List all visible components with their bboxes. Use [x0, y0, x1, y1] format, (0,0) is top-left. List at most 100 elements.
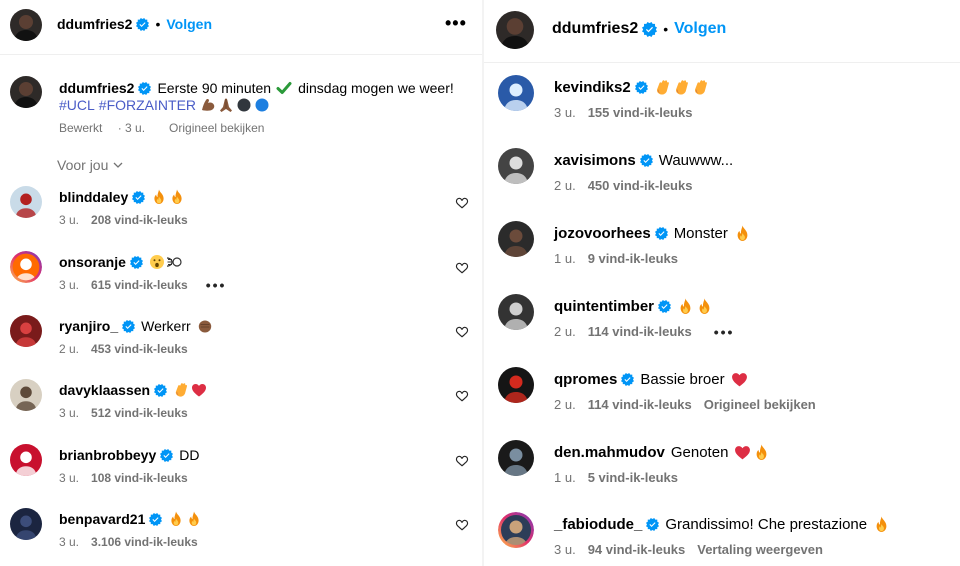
caption-username[interactable]: ddumfries2 [59, 80, 134, 96]
comment-text: Wauwww... [658, 152, 734, 169]
view-original-link[interactable]: Origineel bekijken [704, 397, 816, 412]
commenter-username[interactable]: onsoranje [59, 254, 126, 270]
commenter-avatar[interactable] [498, 148, 534, 184]
comment-time: 2 u. [554, 324, 576, 339]
commenter-username[interactable]: _fabiodude_ [554, 516, 642, 533]
commenter-avatar[interactable] [10, 186, 42, 218]
comment-meta: 3 u. 108 vind-ik-leuks [59, 471, 200, 485]
verified-badge-icon [132, 191, 145, 204]
comment-time: 3 u. [554, 542, 576, 557]
comment-likes[interactable]: 114 vind-ik-leuks [588, 397, 692, 412]
commenter-username[interactable]: jozovoorhees [554, 225, 651, 242]
fire-emoji [151, 189, 167, 205]
hashtag-ucl[interactable]: #UCL [59, 97, 95, 113]
comment-likes[interactable]: 3.106 vind-ik-leuks [91, 535, 198, 549]
comment-text: DD [179, 447, 200, 463]
follow-button[interactable]: Volgen [674, 20, 726, 38]
heart-icon[interactable] [455, 261, 469, 275]
comment-likes[interactable]: 108 vind-ik-leuks [91, 471, 188, 485]
comment-text: Genoten [670, 444, 729, 461]
comment-time: 3 u. [59, 278, 80, 292]
comment-meta: 2 u. 450 vind-ik-leuks [554, 178, 704, 193]
header-username[interactable]: ddumfries2 [57, 16, 132, 32]
comment-line: xavisimons Wauwww... [554, 152, 737, 169]
caption-text-after: dinsdag mogen we weer! [298, 80, 454, 96]
commenter-avatar[interactable] [498, 512, 534, 548]
commenter-username[interactable]: xavisimons [554, 152, 636, 169]
verified-badge-icon [621, 373, 634, 386]
heart-icon[interactable] [455, 389, 469, 403]
comment-meta: 3 u. 615 vind-ik-leuks ••• [59, 278, 238, 292]
comment-line: quintentimber [554, 298, 713, 315]
verified-badge-icon [149, 513, 162, 526]
comment-likes[interactable]: 615 vind-ik-leuks [91, 278, 188, 292]
commenter-username[interactable]: quintentimber [554, 298, 654, 315]
comment-meta: 3 u. 512 vind-ik-leuks [59, 406, 200, 420]
for-you-filter[interactable]: Voor jou [57, 157, 124, 173]
header-username[interactable]: ddumfries2 [552, 20, 638, 38]
commenter-avatar[interactable] [498, 440, 534, 476]
fire-emoji [753, 444, 770, 461]
black-circle-emoji [237, 98, 251, 112]
verified-badge-icon [642, 22, 657, 37]
caption-meta: Bewerkt · 3 u. Origineel bekijken [59, 121, 276, 135]
clap-emoji [173, 382, 189, 398]
heart-icon[interactable] [455, 196, 469, 210]
comment-likes[interactable]: 114 vind-ik-leuks [588, 324, 692, 339]
comment-time: 3 u. [59, 213, 80, 227]
verified-badge-icon [130, 256, 143, 269]
comment-line: blinddaley [59, 189, 185, 205]
commenter-username[interactable]: blinddaley [59, 189, 128, 205]
comment-time: 3 u. [59, 406, 80, 420]
show-translation-link[interactable]: Vertaling weergeven [697, 542, 823, 557]
comment-likes[interactable]: 155 vind-ik-leuks [588, 105, 693, 120]
comment-line: den.mahmudov Genoten [554, 444, 770, 461]
comment-line: brianbrobbeyy DD [59, 447, 203, 463]
commenter-username[interactable]: den.mahmudov [554, 444, 665, 461]
comment-likes[interactable]: 5 vind-ik-leuks [588, 470, 678, 485]
header-avatar[interactable] [496, 11, 534, 49]
commenter-avatar[interactable] [498, 221, 534, 257]
comment-likes[interactable]: 512 vind-ik-leuks [91, 406, 188, 420]
more-options-icon[interactable]: ••• [206, 278, 227, 292]
follow-button[interactable]: Volgen [166, 16, 212, 32]
comment-likes[interactable]: 9 vind-ik-leuks [588, 251, 678, 266]
commenter-username[interactable]: brianbrobbeyy [59, 447, 156, 463]
view-original-link[interactable]: Origineel bekijken [169, 121, 264, 135]
comment-likes[interactable]: 450 vind-ik-leuks [588, 178, 693, 193]
comment-likes[interactable]: 208 vind-ik-leuks [91, 213, 188, 227]
separator-dot: • [155, 16, 161, 32]
clap-emoji [654, 79, 671, 96]
more-options-icon[interactable]: ••• [445, 14, 467, 32]
commenter-avatar[interactable] [10, 315, 42, 347]
verified-badge-icon [658, 300, 671, 313]
commenter-avatar[interactable] [10, 251, 42, 283]
praying-hands-emoji [218, 97, 234, 113]
commenter-username[interactable]: davyklaassen [59, 382, 150, 398]
check-mark-emoji [276, 80, 292, 96]
more-options-icon[interactable]: ••• [714, 325, 735, 339]
commenter-avatar[interactable] [498, 75, 534, 111]
commenter-username[interactable]: kevindiks2 [554, 79, 631, 96]
commenter-username[interactable]: ryanjiro_ [59, 318, 118, 334]
commenter-username[interactable]: qpromes [554, 371, 617, 388]
comment-likes[interactable]: 453 vind-ik-leuks [91, 342, 188, 356]
caption-avatar[interactable] [10, 76, 42, 108]
comment-meta: 3 u. 94 vind-ik-leuks Vertaling weergeve… [554, 542, 835, 557]
comment-time: 3 u. [59, 535, 80, 549]
comment-meta: 3 u. 3.106 vind-ik-leuks [59, 535, 210, 549]
commenter-avatar[interactable] [498, 367, 534, 403]
comment-time: 3 u. [59, 471, 80, 485]
comment-likes[interactable]: 94 vind-ik-leuks [588, 542, 686, 557]
heart-icon[interactable] [455, 325, 469, 339]
fire-emoji [696, 298, 713, 315]
commenter-avatar[interactable] [10, 444, 42, 476]
hashtag-forzainter[interactable]: #FORZAINTER [99, 97, 196, 113]
heart-icon[interactable] [455, 518, 469, 532]
commenter-avatar[interactable] [10, 508, 42, 540]
header-avatar[interactable] [10, 9, 42, 41]
commenter-avatar[interactable] [10, 379, 42, 411]
commenter-username[interactable]: benpavard21 [59, 511, 145, 527]
heart-icon[interactable] [455, 454, 469, 468]
commenter-avatar[interactable] [498, 294, 534, 330]
